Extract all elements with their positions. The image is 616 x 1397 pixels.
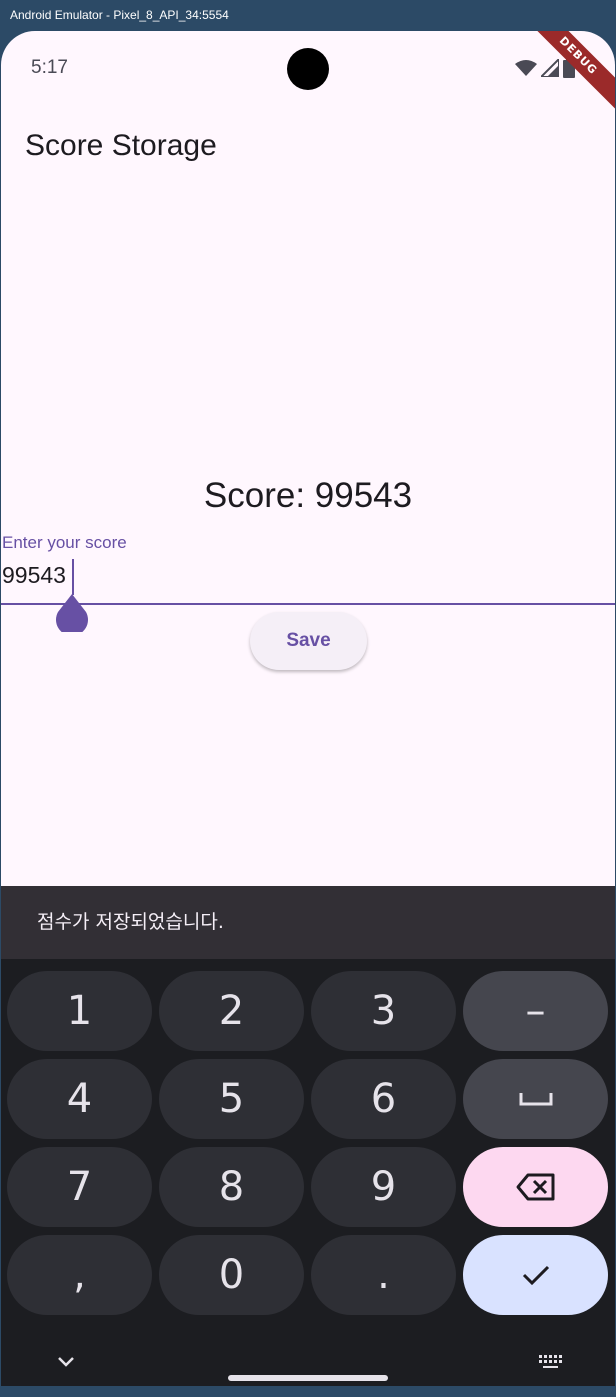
- key-7[interactable]: 7: [7, 1147, 152, 1227]
- space-icon: [519, 1091, 553, 1107]
- save-button[interactable]: Save: [250, 612, 367, 670]
- key-3[interactable]: 3: [311, 971, 456, 1051]
- key-1[interactable]: 1: [7, 971, 152, 1051]
- key-2[interactable]: 2: [159, 971, 304, 1051]
- keyboard-icon[interactable]: [538, 1354, 564, 1374]
- text-cursor: [72, 559, 74, 595]
- status-icons: [515, 58, 575, 78]
- cursor-handle[interactable]: [55, 594, 89, 636]
- key-period[interactable]: .: [311, 1235, 456, 1315]
- key-4[interactable]: 4: [7, 1059, 152, 1139]
- chevron-down-icon[interactable]: [57, 1353, 75, 1372]
- camera-cutout: [287, 48, 329, 90]
- gesture-nav-bar[interactable]: [228, 1375, 388, 1381]
- key-8[interactable]: 8: [159, 1147, 304, 1227]
- key-done[interactable]: [463, 1235, 608, 1315]
- app-title: Score Storage: [25, 129, 217, 162]
- score-input-label: Enter your score: [2, 533, 127, 552]
- phone-screen: 5:17 DEBUG Score Storage Score: 99543 En…: [1, 31, 615, 1386]
- key-space[interactable]: [463, 1059, 608, 1139]
- score-text: Score: 99543: [203, 476, 413, 515]
- wifi-icon: [515, 59, 537, 77]
- key-0[interactable]: 0: [159, 1235, 304, 1315]
- key-backspace[interactable]: [463, 1147, 608, 1227]
- key-minus[interactable]: –: [463, 971, 608, 1051]
- status-time: 5:17: [31, 57, 68, 78]
- score-input[interactable]: 99543: [2, 562, 66, 589]
- key-9[interactable]: 9: [311, 1147, 456, 1227]
- checkmark-icon: [522, 1264, 550, 1286]
- key-comma[interactable]: ,: [7, 1235, 152, 1315]
- score-input-underline: [1, 603, 615, 605]
- key-5[interactable]: 5: [159, 1059, 304, 1139]
- window-title: Android Emulator - Pixel_8_API_34:5554: [0, 0, 616, 31]
- signal-icon: [541, 59, 559, 77]
- backspace-icon: [516, 1173, 556, 1201]
- key-6[interactable]: 6: [311, 1059, 456, 1139]
- numeric-keyboard: 1 2 3 – 4 5 6 7 8 9 , 0 .: [1, 959, 615, 1386]
- snackbar-message: 점수가 저장되었습니다.: [1, 886, 615, 959]
- emulator-frame-bottom: [0, 1386, 616, 1397]
